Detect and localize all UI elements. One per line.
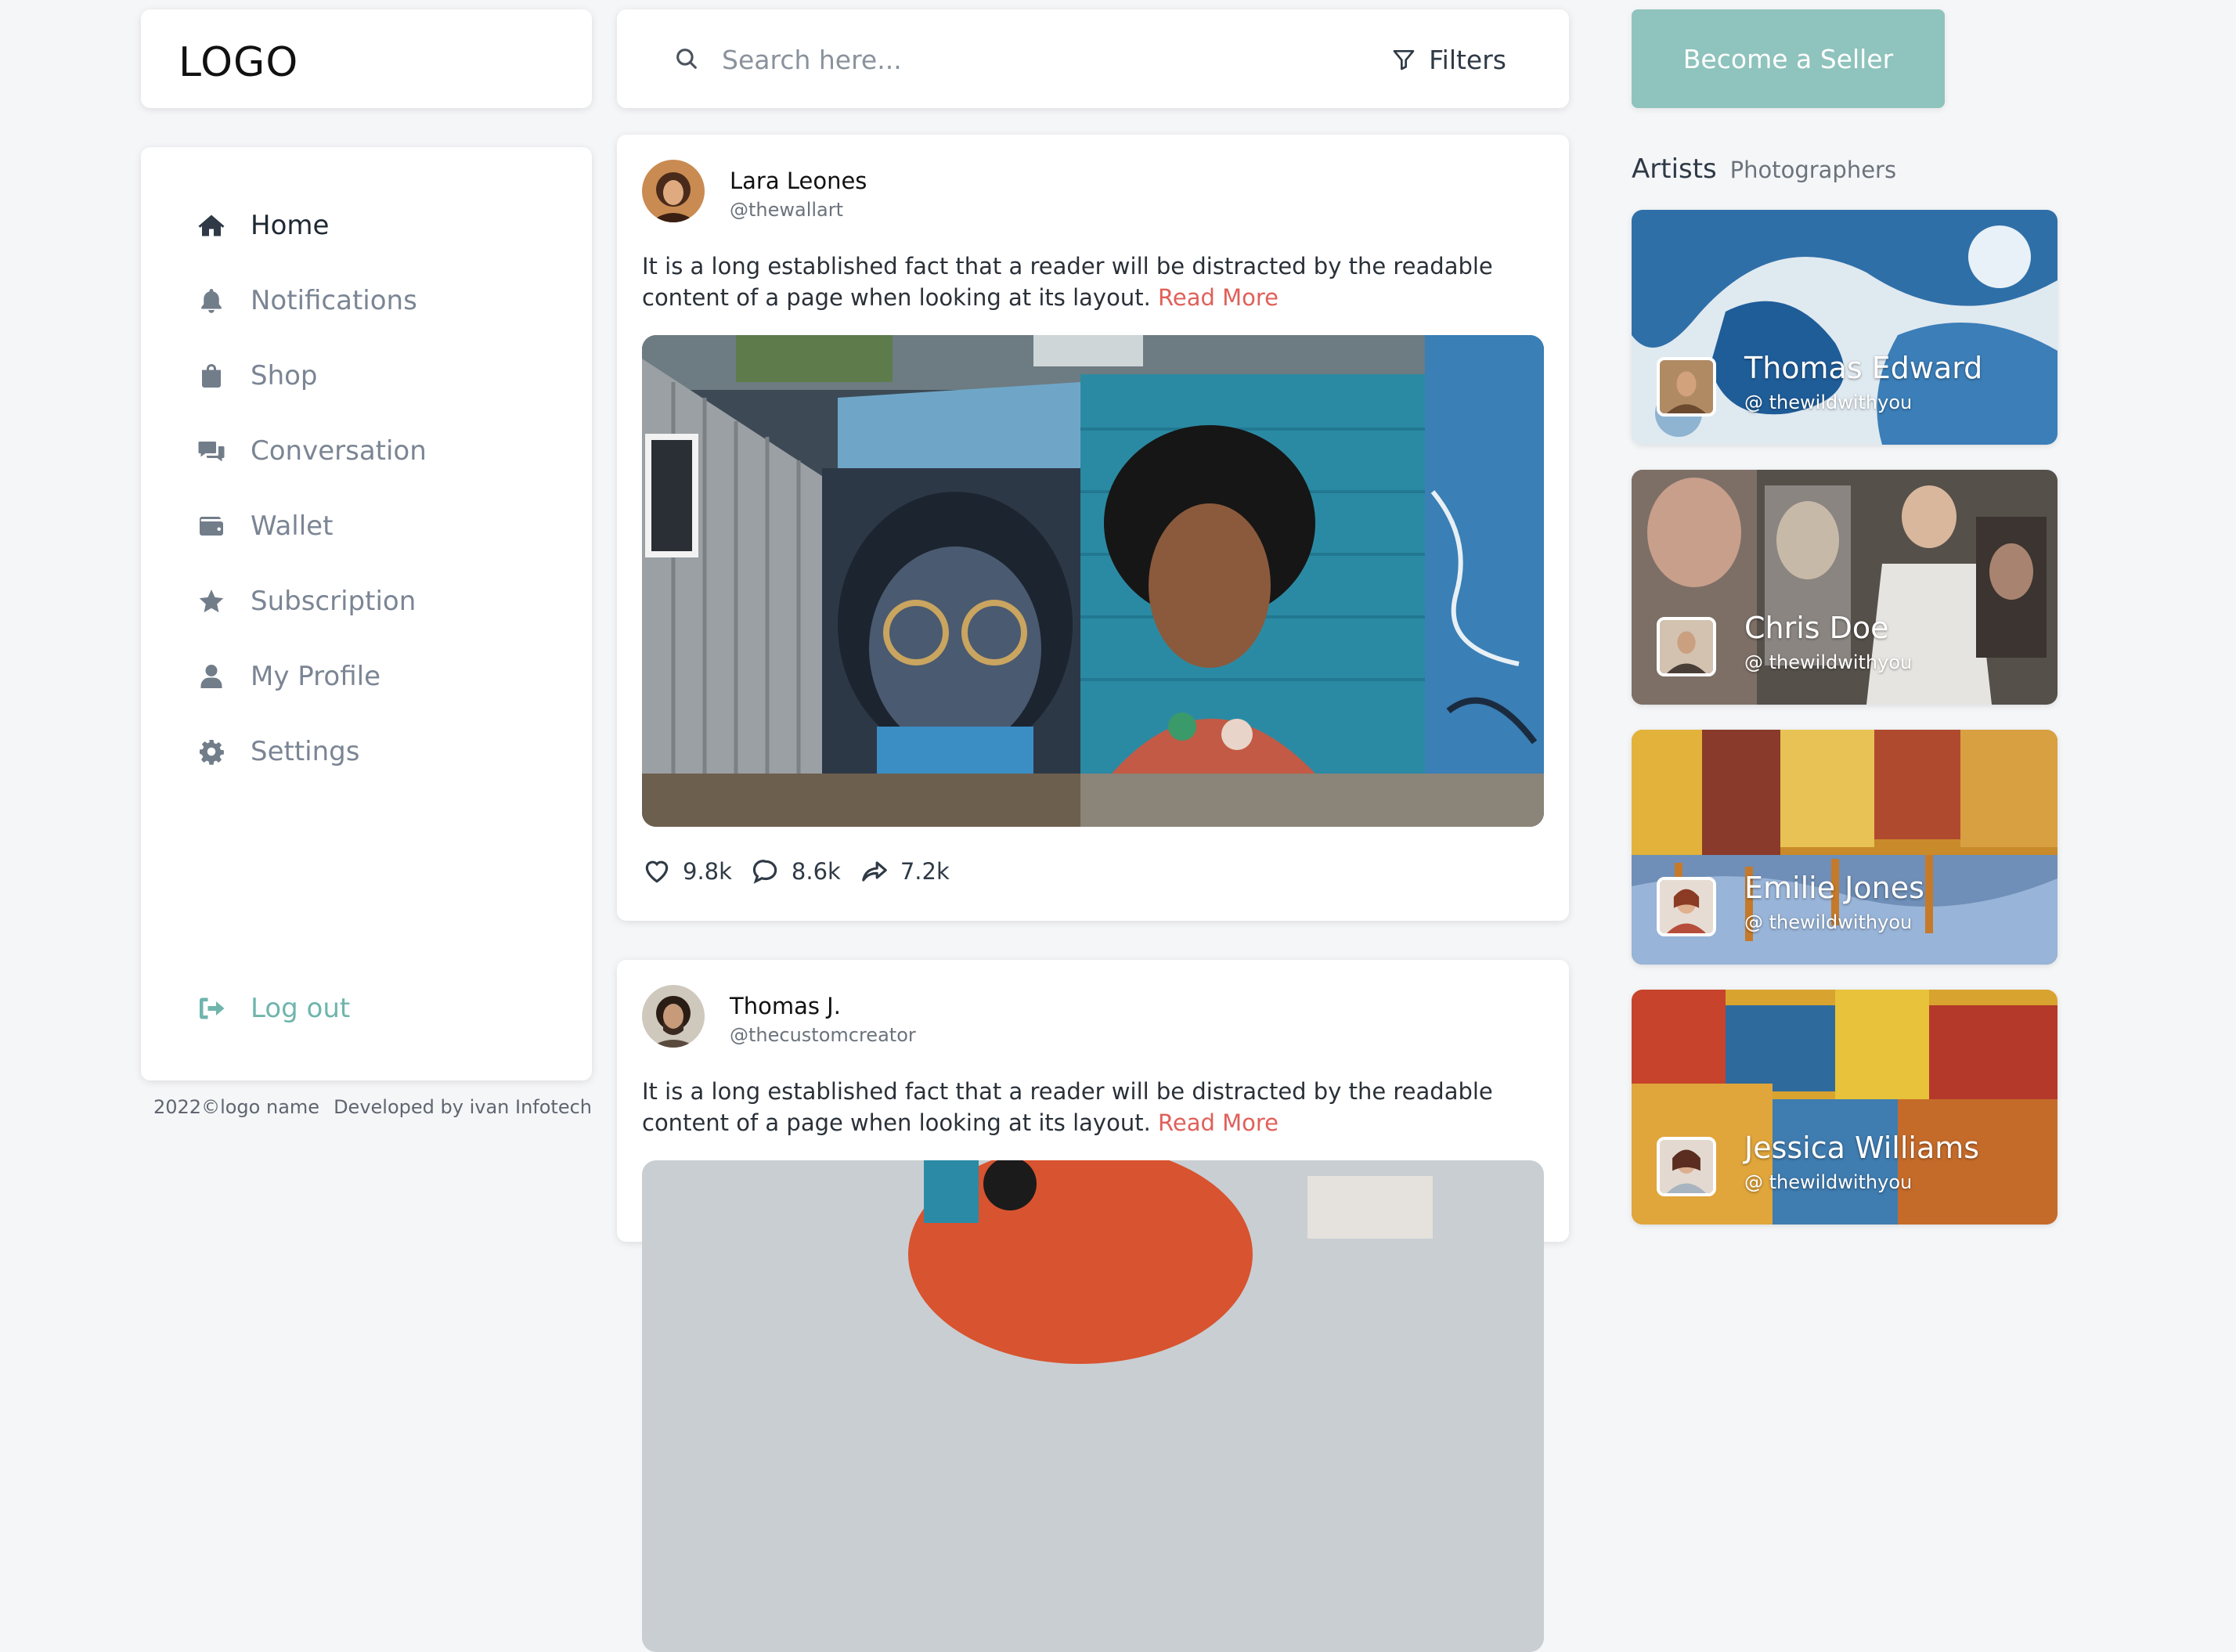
sidebar-nav: Home Notifications Shop Conversation Wal… xyxy=(141,147,592,1080)
artist-handle: @ thewildwithyou xyxy=(1744,391,1913,413)
post-handle[interactable]: @thewallart xyxy=(730,199,843,221)
sidebar-item-subscription[interactable]: Subscription xyxy=(196,578,416,625)
artist-name: Chris Doe xyxy=(1744,611,1889,645)
avatar[interactable] xyxy=(642,985,705,1048)
post-image[interactable] xyxy=(642,335,1544,827)
sidebar-item-home[interactable]: Home xyxy=(196,202,329,249)
search-icon xyxy=(676,49,697,69)
share-button[interactable]: 7.2k xyxy=(860,857,950,886)
sidebar-item-label: Settings xyxy=(251,736,360,767)
become-seller-button[interactable]: Become a Seller xyxy=(1632,9,1945,108)
bell-icon xyxy=(196,285,227,316)
sidebar-item-notifications[interactable]: Notifications xyxy=(196,277,417,324)
post-text: It is a long established fact that a rea… xyxy=(642,251,1544,313)
filter-icon xyxy=(1393,49,1415,70)
artist-avatar xyxy=(1657,877,1716,936)
post-card: Lara Leones @thewallart It is a long est… xyxy=(617,135,1569,921)
comment-count: 8.6k xyxy=(791,858,841,885)
logout-icon xyxy=(196,993,227,1024)
footer: 2022©logo name Developed by ivan Infotec… xyxy=(153,1096,592,1118)
user-icon xyxy=(196,661,227,692)
star-icon xyxy=(196,586,227,617)
logo[interactable]: LOGO xyxy=(179,39,298,86)
logout-button[interactable]: Log out xyxy=(196,985,350,1032)
post-stats: 9.8k 8.6k 7.2k xyxy=(642,857,968,886)
comment-icon xyxy=(752,860,777,884)
sidebar-item-settings[interactable]: Settings xyxy=(196,728,359,775)
artist-avatar xyxy=(1657,357,1716,417)
post-image[interactable] xyxy=(642,1160,1544,1652)
filters-button[interactable]: Filters xyxy=(1391,38,1506,81)
artist-card[interactable]: Chris Doe @ thewildwithyou xyxy=(1632,470,2057,705)
artists-title: Artists xyxy=(1632,153,1717,185)
sidebar-item-conversation[interactable]: Conversation xyxy=(196,427,427,474)
heart-icon xyxy=(645,860,669,883)
share-icon xyxy=(862,861,887,882)
like-count: 9.8k xyxy=(683,858,732,885)
comment-button[interactable]: 8.6k xyxy=(751,857,841,886)
sidebar-item-wallet[interactable]: Wallet xyxy=(196,503,333,550)
post-body: It is a long established fact that a rea… xyxy=(642,1078,1493,1136)
sidebar-item-label: My Profile xyxy=(251,661,380,692)
sidebar-item-shop[interactable]: Shop xyxy=(196,352,318,399)
sidebar-item-label: Conversation xyxy=(251,435,427,467)
avatar[interactable] xyxy=(642,160,705,222)
read-more-link[interactable]: Read More xyxy=(1158,1109,1278,1136)
artist-avatar xyxy=(1657,1137,1716,1196)
artist-handle: @ thewildwithyou xyxy=(1744,911,1913,933)
sidebar-item-label: Shop xyxy=(251,360,318,391)
share-count: 7.2k xyxy=(900,858,950,885)
copyright-text: 2022©logo name xyxy=(153,1096,320,1118)
post-author[interactable]: Lara Leones xyxy=(730,168,867,194)
post-handle[interactable]: @thecustomcreator xyxy=(730,1024,916,1046)
sidebar-item-my-profile[interactable]: My Profile xyxy=(196,653,380,700)
artist-card[interactable]: Jessica Williams @ thewildwithyou xyxy=(1632,990,2057,1225)
chat-icon xyxy=(196,435,227,467)
artist-name: Jessica Williams xyxy=(1744,1131,1980,1165)
artists-heading: Artists Photographers xyxy=(1632,153,1896,185)
artist-card[interactable]: Emilie Jones @ thewildwithyou xyxy=(1632,730,2057,965)
search-bar: Filters xyxy=(617,9,1569,108)
artist-card[interactable]: Thomas Edward @ thewildwithyou xyxy=(1632,210,2057,445)
artists-subtitle[interactable]: Photographers xyxy=(1730,157,1897,183)
shopping-bag-icon xyxy=(196,360,227,391)
sidebar-item-label: Notifications xyxy=(251,285,417,316)
sidebar-item-label: Home xyxy=(251,210,330,241)
sidebar-item-label: Subscription xyxy=(251,586,417,617)
filters-label: Filters xyxy=(1429,44,1506,75)
gear-icon xyxy=(196,736,227,767)
artist-name: Thomas Edward xyxy=(1744,351,1983,385)
artist-handle: @ thewildwithyou xyxy=(1744,1171,1913,1193)
developer-credit: Developed by ivan Infotech xyxy=(334,1096,592,1118)
like-button[interactable]: 9.8k xyxy=(642,857,732,886)
artist-handle: @ thewildwithyou xyxy=(1744,651,1913,673)
post-text: It is a long established fact that a rea… xyxy=(642,1076,1544,1138)
artist-name: Emilie Jones xyxy=(1744,871,1924,905)
sidebar-item-label: Wallet xyxy=(251,510,334,542)
artist-avatar xyxy=(1657,617,1716,676)
home-icon xyxy=(196,210,227,241)
logout-label: Log out xyxy=(251,993,351,1024)
logo-card: LOGO xyxy=(141,9,592,108)
post-card: Thomas J. @thecustomcreator It is a long… xyxy=(617,960,1569,1652)
read-more-link[interactable]: Read More xyxy=(1158,284,1278,311)
post-body: It is a long established fact that a rea… xyxy=(642,253,1493,311)
wallet-icon xyxy=(196,510,227,542)
post-author[interactable]: Thomas J. xyxy=(730,993,841,1019)
search-input[interactable] xyxy=(720,33,1271,86)
